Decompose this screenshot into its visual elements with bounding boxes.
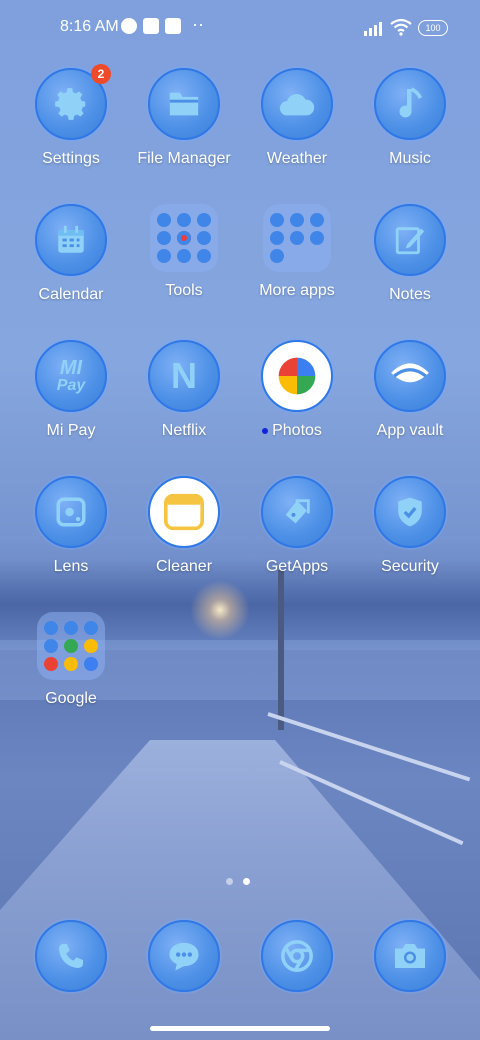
new-install-dot xyxy=(262,428,269,434)
folder-more-apps-icon xyxy=(263,204,331,272)
folder-icon xyxy=(148,68,220,140)
app-label: File Manager xyxy=(137,150,231,167)
status-bar: 8:16 AM ·· 100 xyxy=(0,0,480,56)
app-notification-icon xyxy=(121,18,137,34)
app-label: GetApps xyxy=(265,558,329,575)
app-weather[interactable]: Weather xyxy=(241,68,353,168)
app-getapps[interactable]: GetApps xyxy=(241,476,353,576)
chrome-icon xyxy=(261,920,333,992)
music-note-icon xyxy=(374,68,446,140)
app-label: Calendar xyxy=(38,286,104,303)
mi-pay-logo-bottom: Pay xyxy=(56,377,86,394)
folder-tools[interactable]: Tools xyxy=(128,204,240,300)
battery-indicator: 100 xyxy=(418,20,448,36)
app-notes[interactable]: Notes xyxy=(354,204,466,304)
calendar-icon xyxy=(35,204,107,276)
app-music[interactable]: Music xyxy=(354,68,466,168)
signal-icon xyxy=(364,22,382,36)
cleaner-icon xyxy=(148,476,220,548)
photos-pinwheel-icon xyxy=(261,340,333,412)
app-label: Photos xyxy=(262,422,322,440)
square-notification-icon xyxy=(143,18,159,34)
dock-phone[interactable] xyxy=(15,920,127,992)
app-cleaner[interactable]: Cleaner xyxy=(128,476,240,576)
folder-more-apps[interactable]: More apps xyxy=(241,204,353,300)
app-label: App vault xyxy=(376,422,444,439)
netflix-logo-letter: N xyxy=(171,355,197,396)
app-vault-icon xyxy=(374,340,446,412)
app-label: Notes xyxy=(389,286,431,303)
wifi-icon xyxy=(390,18,412,36)
phone-icon xyxy=(35,920,107,992)
notification-badge: 2 xyxy=(91,64,111,84)
mi-pay-logo-top: MI xyxy=(59,357,83,379)
upload-notification-icon xyxy=(165,18,181,34)
app-label: Cleaner xyxy=(155,558,213,575)
netflix-n-icon: N xyxy=(148,340,220,412)
app-label: Security xyxy=(381,558,439,575)
dock-camera[interactable] xyxy=(354,920,466,992)
lamp-post xyxy=(278,570,284,730)
app-label: Google xyxy=(45,690,97,707)
folder-tools-icon xyxy=(150,204,218,272)
app-file-manager[interactable]: File Manager xyxy=(128,68,240,168)
getapps-tag-icon xyxy=(261,476,333,548)
folder-google[interactable]: Google xyxy=(15,612,127,708)
app-security[interactable]: Security xyxy=(354,476,466,576)
mi-pay-icon: MI Pay xyxy=(35,340,107,412)
app-label: More apps xyxy=(259,282,335,299)
app-netflix[interactable]: N Netflix xyxy=(128,340,240,440)
dock-chrome[interactable] xyxy=(241,920,353,992)
folder-google-icon xyxy=(37,612,105,680)
lamp-glow xyxy=(190,580,250,640)
cloud-icon xyxy=(261,68,333,140)
app-label: Weather xyxy=(266,150,328,167)
app-photos[interactable]: Photos xyxy=(241,340,353,440)
app-mi-pay[interactable]: MI Pay Mi Pay xyxy=(15,340,127,440)
app-lens[interactable]: Lens xyxy=(15,476,127,576)
page-indicator[interactable] xyxy=(226,878,250,885)
app-settings[interactable]: 2 Settings xyxy=(15,64,127,168)
lens-icon xyxy=(35,476,107,548)
page-dot[interactable] xyxy=(226,878,233,885)
app-label: Netflix xyxy=(161,422,207,439)
home-gesture-bar[interactable] xyxy=(150,1026,330,1031)
app-label: Lens xyxy=(53,558,89,575)
shield-check-icon xyxy=(374,476,446,548)
page-dot-active[interactable] xyxy=(243,878,250,885)
gear-icon: 2 xyxy=(35,64,111,140)
app-calendar[interactable]: Calendar xyxy=(15,204,127,304)
notes-pencil-icon xyxy=(374,204,446,276)
more-notifications-icon: ·· xyxy=(192,14,204,34)
camera-icon xyxy=(374,920,446,992)
messages-icon xyxy=(148,920,220,992)
dock-messages[interactable] xyxy=(128,920,240,992)
app-label: Tools xyxy=(165,282,203,299)
wooden-pier xyxy=(0,740,480,1040)
clock: 8:16 AM xyxy=(60,18,119,35)
app-vault[interactable]: App vault xyxy=(354,340,466,440)
app-label: Mi Pay xyxy=(46,422,96,439)
app-label: Settings xyxy=(42,150,100,167)
app-label: Music xyxy=(389,150,431,167)
